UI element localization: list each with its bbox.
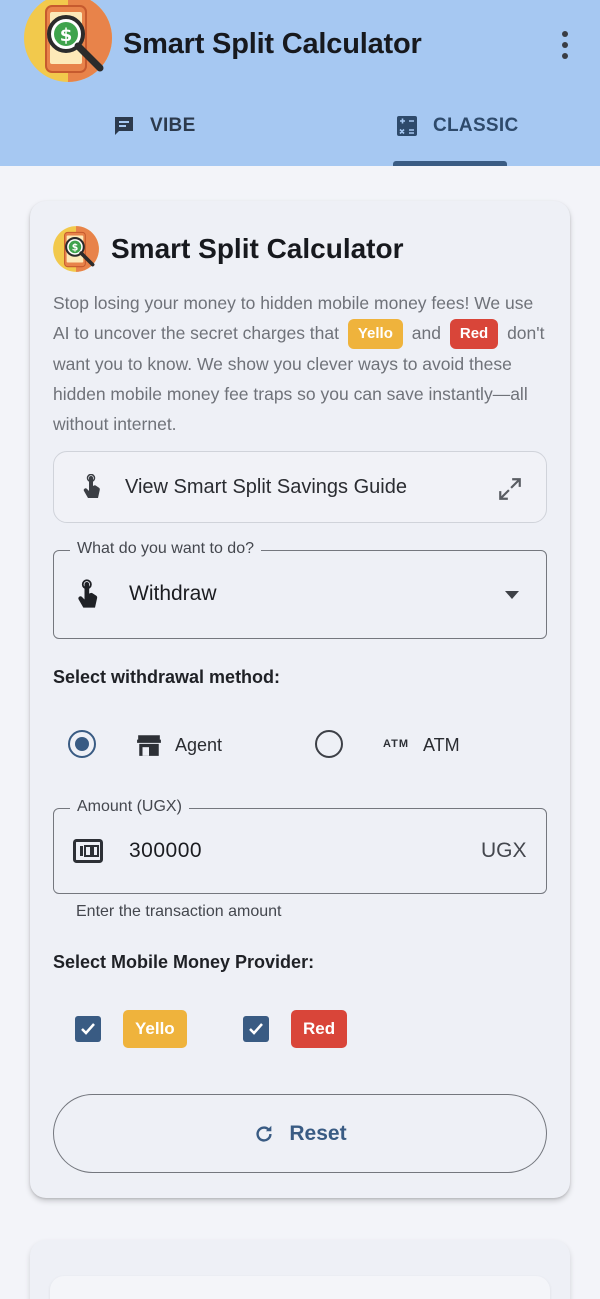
tab-classic[interactable]: CLASSIC [395, 108, 519, 144]
chat-icon [115, 117, 133, 135]
results-card [30, 1240, 570, 1299]
svg-text:$: $ [72, 243, 79, 254]
card-description: Stop losing your money to hidden mobile … [53, 288, 549, 439]
provider-red-badge: Red [291, 1010, 348, 1048]
reset-label: Reset [289, 1121, 347, 1145]
action-dropdown-value: Withdraw [129, 582, 217, 605]
amount-helper-text: Enter the transaction amount [76, 903, 282, 920]
calculator-card: $ Smart Split Calculator Stop losing you… [30, 201, 570, 1198]
chip-red: Red [449, 319, 499, 350]
amount-suffix: UGX [481, 839, 527, 862]
check-icon [249, 1023, 263, 1035]
reset-button[interactable]: Reset [53, 1094, 547, 1173]
atm-label: ATM [423, 735, 460, 755]
agent-label: Agent [175, 735, 223, 755]
app-bar: $ Smart Split Calculator VIBE CLASSIC [0, 0, 600, 166]
store-icon [137, 735, 161, 756]
amount-field[interactable]: Amount (UGX) 300000 UGX [53, 798, 547, 894]
dropdown-arrow-icon [505, 591, 519, 599]
more-vert-icon[interactable] [553, 28, 577, 62]
description-and: and [411, 323, 441, 343]
refresh-icon [256, 1125, 272, 1142]
radio-agent[interactable] [68, 730, 96, 758]
radio-atm[interactable] [315, 730, 343, 758]
check-icon [81, 1023, 95, 1035]
svg-text:$: $ [60, 25, 73, 46]
checkbox-red[interactable] [243, 1016, 269, 1042]
chip-yello: Yello [347, 319, 403, 350]
calculator-icon [397, 116, 417, 136]
app-title: Smart Split Calculator [123, 28, 422, 60]
tab-vibe-label: VIBE [150, 115, 196, 136]
withdrawal-method-label: Select withdrawal method: [53, 667, 281, 687]
tab-vibe[interactable]: VIBE [112, 108, 196, 144]
view-guide-label: View Smart Split Savings Guide [125, 476, 407, 498]
amount-field-label: Amount (UGX) [70, 798, 189, 816]
atm-icon: ATM [383, 738, 410, 750]
tab-indicator [393, 161, 507, 166]
app-logo-icon: $ [24, 0, 112, 82]
tab-classic-label: CLASSIC [433, 115, 519, 136]
provider-yello-badge: Yello [123, 1010, 187, 1048]
card-logo-icon: $ [53, 226, 99, 272]
provider-label: Select Mobile Money Provider: [53, 952, 315, 972]
action-dropdown-label: What do you want to do? [70, 540, 261, 558]
action-dropdown[interactable]: What do you want to do? Withdraw [53, 540, 547, 639]
tap-hand-icon [78, 579, 98, 608]
tap-hand-icon [83, 474, 100, 498]
expand-icon [499, 478, 521, 500]
card-title: Smart Split Calculator [111, 233, 404, 264]
amount-value: 300000 [129, 839, 203, 862]
results-card-inner [50, 1276, 550, 1299]
view-guide-button[interactable]: View Smart Split Savings Guide [53, 451, 547, 523]
checkbox-yello[interactable] [75, 1016, 101, 1042]
money-icon [73, 839, 103, 863]
